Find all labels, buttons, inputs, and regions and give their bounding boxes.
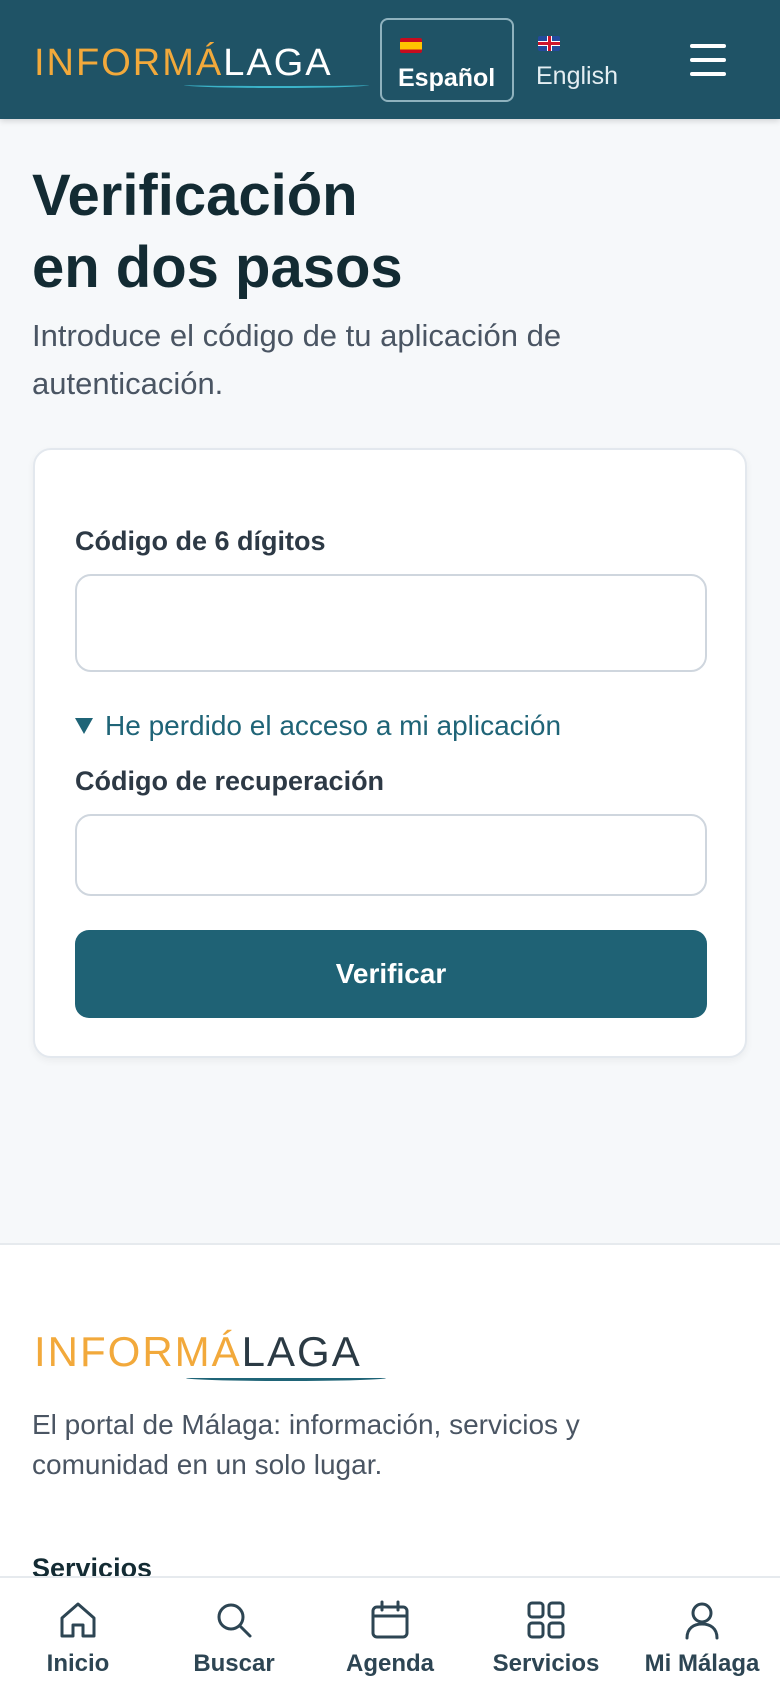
menu-line: [690, 58, 726, 62]
triangle-down-icon: [75, 718, 93, 734]
nav-label-agenda: Agenda: [345, 1650, 434, 1677]
grid-icon: [527, 1601, 565, 1639]
nav-label-inicio: Inicio: [46, 1650, 110, 1677]
nav-label-mi-malaga: Mi Málaga: [644, 1650, 760, 1677]
logo-underline: [184, 82, 369, 88]
nav-item-mi-malaga[interactable]: Mi Málaga: [624, 1578, 780, 1688]
search-icon: [217, 1603, 252, 1638]
language-spanish-label: Español: [398, 64, 496, 92]
logo-part2: LAGA: [223, 42, 333, 84]
language-english-label: English: [536, 62, 618, 90]
nav-item-agenda[interactable]: Agenda: [312, 1578, 468, 1688]
spain-flag-icon: [400, 38, 422, 53]
header-logo[interactable]: INFORMÁLAGA: [34, 40, 369, 88]
page-title-line1: Verificación: [32, 163, 358, 228]
logo-part1: INFORMÁ: [34, 42, 224, 84]
page-title-line2: en dos pasos: [32, 235, 403, 300]
nav-item-servicios[interactable]: Servicios: [468, 1578, 624, 1688]
nav-item-inicio[interactable]: Inicio: [0, 1578, 156, 1688]
bottom-navigation: Inicio Buscar Agenda Servicios Mi Málaga: [0, 1576, 780, 1688]
menu-line: [690, 44, 726, 48]
code-label: Código de 6 dígitos: [75, 526, 326, 556]
footer-logo-part2: LAGA: [241, 1328, 362, 1375]
home-icon: [60, 1602, 96, 1638]
recovery-code-input[interactable]: [75, 814, 707, 896]
footer-description: El portal de Málaga: información, servic…: [32, 1409, 580, 1480]
page-title: Verificación en dos pasos: [32, 160, 732, 304]
user-icon: [685, 1602, 719, 1640]
menu-line: [690, 72, 726, 76]
uk-flag-icon: [538, 36, 560, 51]
nav-label-servicios: Servicios: [492, 1650, 600, 1677]
footer-logo-part1: INFORMÁ: [34, 1328, 242, 1375]
hamburger-menu-icon[interactable]: [680, 38, 736, 82]
language-spanish-button[interactable]: Español: [380, 18, 514, 102]
top-header: INFORMÁLAGA Español English: [0, 0, 780, 119]
lost-access-toggle[interactable]: He perdido el acceso a mi aplicación: [75, 710, 561, 742]
footer-logo[interactable]: INFORMÁLAGA: [34, 1327, 386, 1381]
code-input[interactable]: [75, 574, 707, 672]
page: INFORMÁLAGA Español English Verificación…: [0, 0, 780, 1688]
calendar-icon: [371, 1600, 409, 1639]
footer-logo-underline: [186, 1375, 386, 1381]
verification-card: Código de 6 dígitos He perdido el acceso…: [33, 448, 747, 1058]
lost-access-label: He perdido el acceso a mi aplicación: [105, 710, 562, 741]
nav-item-buscar[interactable]: Buscar: [156, 1578, 312, 1688]
recovery-label: Código de recuperación: [75, 766, 385, 796]
verify-button[interactable]: Verificar: [75, 930, 707, 1018]
page-subtitle: Introduce el código de tu aplicación de …: [32, 318, 562, 401]
language-english-button[interactable]: English: [530, 18, 650, 102]
nav-label-buscar: Buscar: [193, 1650, 275, 1677]
